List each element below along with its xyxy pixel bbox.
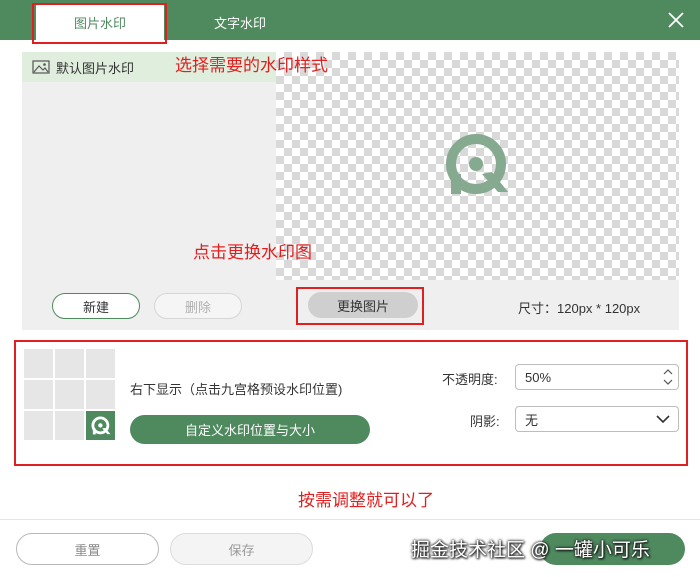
grid-cell-bottom-left[interactable] — [24, 411, 53, 440]
watermark-list: 默认图片水印 新建 删除 — [22, 52, 276, 330]
opacity-stepper[interactable]: 50% — [515, 364, 679, 390]
grid-cell-middle-left[interactable] — [24, 380, 53, 409]
grid-cell-middle-right[interactable] — [86, 380, 115, 409]
change-image-button[interactable]: 更换图片 — [308, 292, 418, 318]
watermark-preview — [276, 52, 679, 280]
new-button[interactable]: 新建 — [52, 293, 140, 319]
grid-cell-bottom-right[interactable] — [86, 411, 115, 440]
watermark-panel: 默认图片水印 新建 删除 更换图片 尺寸：120px * 120px — [22, 52, 679, 330]
dialog-titlebar: 图片水印 文字水印 — [0, 0, 700, 40]
grid-cell-top-right[interactable] — [86, 349, 115, 378]
spinner-arrows-icon[interactable] — [662, 367, 674, 387]
annotation-click-change: 点击更换水印图 — [193, 243, 312, 262]
size-label: 尺寸： — [518, 301, 558, 316]
footer-divider — [0, 519, 700, 520]
watermark-logo-icon — [90, 415, 110, 434]
watermark-logo-icon — [446, 134, 508, 194]
position-description: 右下显示（点击九宫格预设水印位置) — [130, 382, 343, 397]
grid-cell-bottom-center[interactable] — [55, 411, 84, 440]
save-button[interactable]: 保存 — [170, 533, 313, 565]
size-value: 120px * 120px — [557, 301, 641, 316]
shadow-value: 无 — [525, 412, 539, 428]
grid-cell-middle-center[interactable] — [55, 380, 84, 409]
annotation-choose-style: 选择需要的水印样式 — [175, 56, 328, 75]
image-icon — [32, 60, 50, 74]
opacity-value: 50% — [525, 369, 552, 385]
size-readout: 尺寸：120px * 120px — [518, 298, 640, 317]
custom-position-size-button[interactable]: 自定义水印位置与大小 — [130, 415, 370, 444]
site-watermark: 掘金技术社区 @ 一罐小可乐 — [411, 540, 650, 561]
position-grid — [24, 349, 116, 441]
grid-cell-top-left[interactable] — [24, 349, 53, 378]
shadow-select[interactable]: 无 — [515, 406, 679, 432]
grid-cell-top-center[interactable] — [55, 349, 84, 378]
close-icon[interactable] — [666, 10, 686, 30]
opacity-label: 不透明度: — [442, 372, 498, 387]
list-item-label: 默认图片水印 — [56, 60, 135, 76]
reset-button[interactable]: 重置 — [16, 533, 159, 565]
shadow-label: 阴影: — [470, 414, 500, 429]
delete-button[interactable]: 删除 — [154, 293, 242, 319]
tab-text-watermark[interactable]: 文字水印 — [176, 5, 304, 40]
tab-image-watermark[interactable]: 图片水印 — [36, 5, 164, 40]
annotation-adjust: 按需调整就可以了 — [298, 491, 434, 510]
chevron-down-icon — [656, 415, 670, 424]
